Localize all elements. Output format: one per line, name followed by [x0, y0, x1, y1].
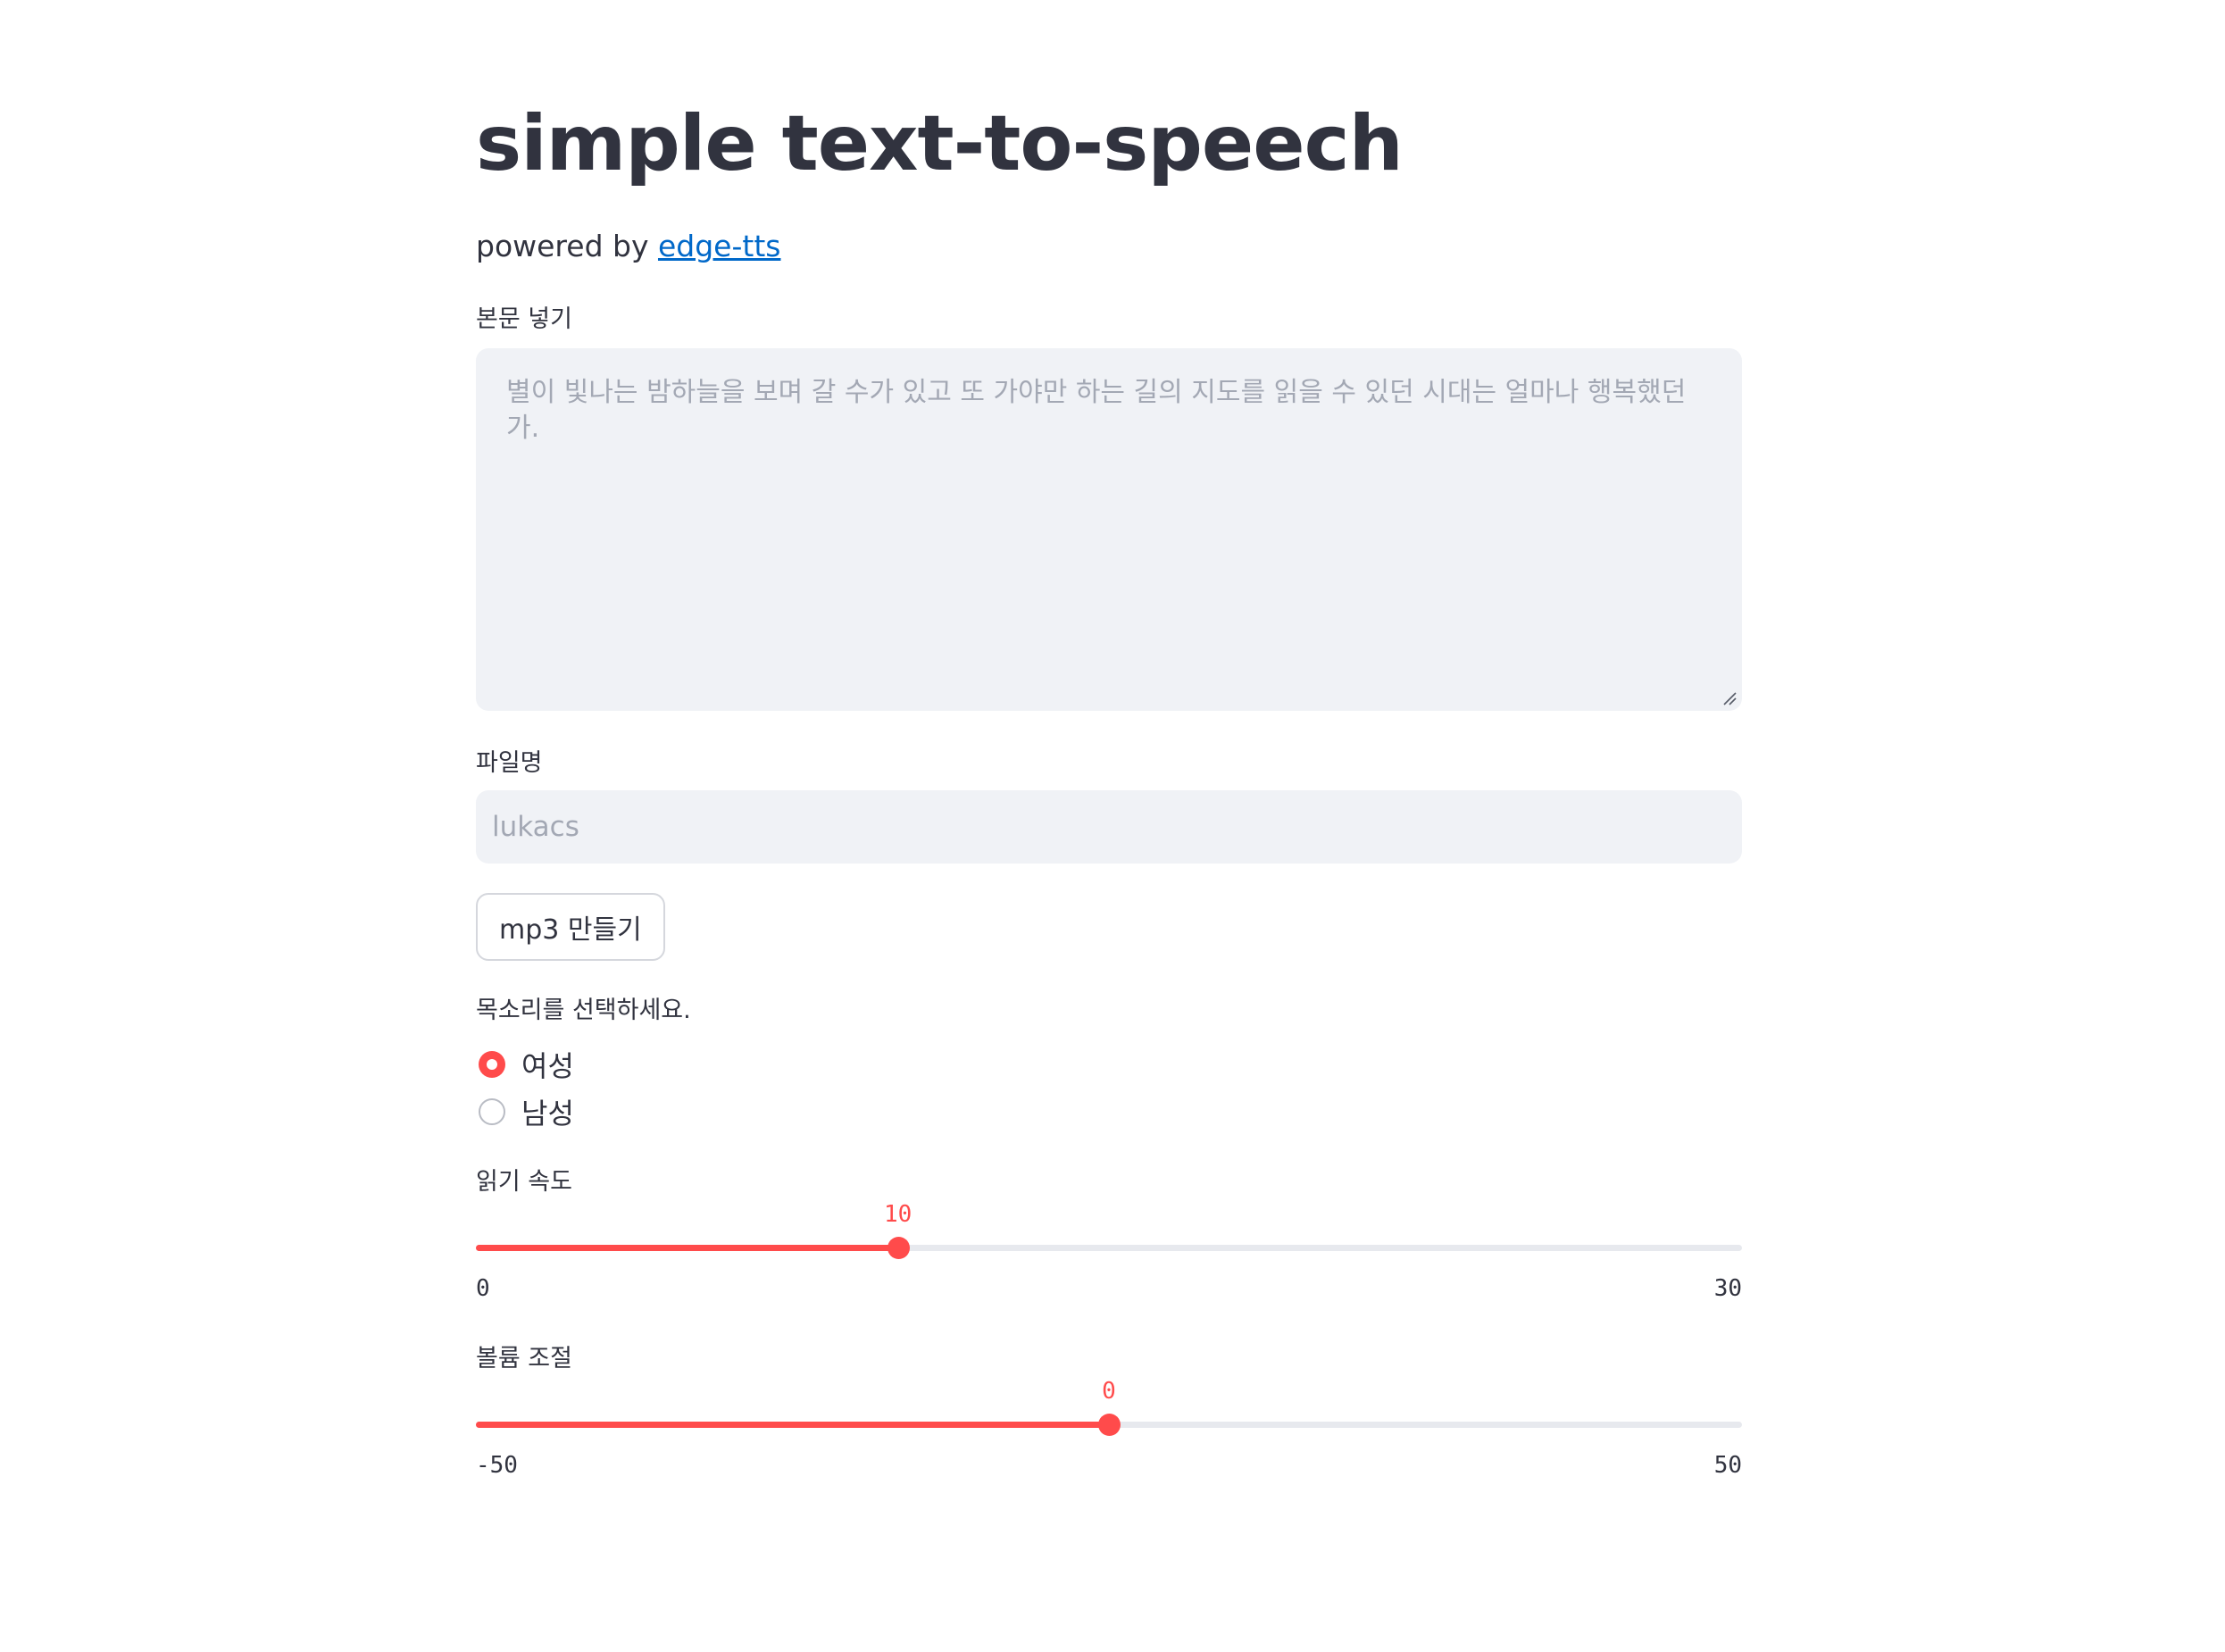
speed-slider[interactable]: [476, 1231, 1742, 1266]
speed-max-label: 30: [1713, 1275, 1742, 1302]
radio-selected-icon: [479, 1051, 505, 1078]
speed-value-readout: 10: [884, 1201, 912, 1228]
volume-slider-fill: [476, 1422, 1109, 1428]
resize-handle-icon[interactable]: [1722, 691, 1737, 705]
make-mp3-button[interactable]: mp3 만들기: [476, 893, 665, 961]
volume-label: 볼륨 조절: [476, 1345, 572, 1372]
page-title: simple text-to-speech: [476, 99, 1404, 188]
speed-label: 읽기 속도: [476, 1168, 572, 1196]
radio-label-male: 남성: [521, 1097, 574, 1131]
volume-max-label: 50: [1713, 1452, 1742, 1479]
voice-label: 목소리를 선택하세요.: [476, 997, 691, 1024]
volume-value-readout: 0: [1102, 1378, 1116, 1405]
subtitle-prefix: powered by: [476, 229, 658, 263]
filename-input[interactable]: [476, 790, 1742, 864]
edge-tts-link[interactable]: edge-tts: [658, 229, 780, 263]
radio-option-male[interactable]: 남성: [479, 1092, 574, 1131]
speed-slider-fill: [476, 1245, 898, 1251]
body-text-label: 본문 넣기: [476, 305, 572, 333]
app-root: simple text-to-speech powered by edge-tt…: [0, 0, 2225, 1652]
volume-slider-thumb[interactable]: [1098, 1414, 1121, 1436]
filename-label: 파일명: [476, 749, 543, 777]
radio-option-female[interactable]: 여성: [479, 1045, 574, 1084]
speed-min-label: 0: [476, 1275, 490, 1302]
radio-label-female: 여성: [521, 1049, 574, 1083]
volume-slider[interactable]: [476, 1407, 1742, 1443]
radio-unselected-icon: [479, 1098, 505, 1125]
subtitle: powered by edge-tts: [476, 229, 780, 264]
volume-min-label: -50: [476, 1452, 518, 1479]
body-text-input[interactable]: [476, 348, 1742, 711]
speed-slider-thumb[interactable]: [887, 1237, 910, 1259]
